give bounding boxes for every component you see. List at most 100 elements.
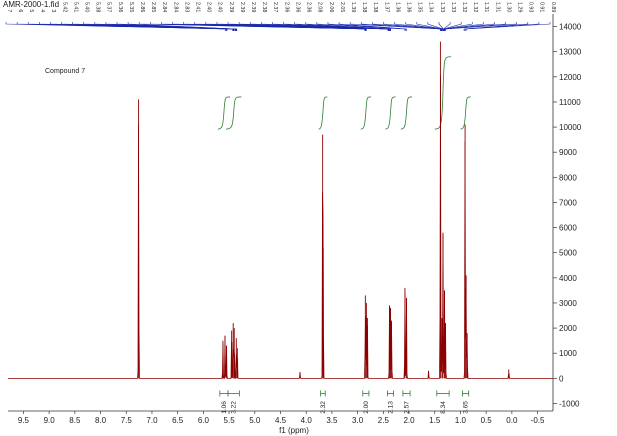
spectrum-trace	[8, 41, 553, 380]
x-tick-label: 5.0	[249, 416, 261, 425]
x-tick-label: 7.5	[121, 416, 133, 425]
y-tick-label: 8000	[559, 173, 577, 182]
integral-value: 2.00	[363, 401, 370, 414]
peak-label: 1.38	[361, 2, 367, 12]
x-tick-label: 8.0	[95, 416, 107, 425]
peak-label: 2.86	[139, 2, 145, 12]
x-tick-label: 9.0	[44, 416, 56, 425]
peak-label: 1.36	[405, 2, 411, 12]
peak-label: 0.93	[528, 2, 534, 12]
peak-label: 0.91	[539, 2, 545, 12]
integral-curve	[460, 96, 471, 130]
peak-label: 1.33	[450, 2, 456, 12]
integral-curve	[226, 96, 242, 130]
peak-label: 5.40	[84, 2, 90, 12]
peak-label: 5.35	[128, 2, 134, 12]
integral-value: 3.22	[231, 401, 238, 414]
x-tick-label: 5.5	[224, 416, 236, 425]
peak-label: 2.40	[217, 2, 223, 12]
x-tick-label: 1.5	[429, 416, 441, 425]
peak-label: 2.08	[317, 2, 323, 12]
peak-label: 2.05	[339, 2, 345, 12]
peak-label: 1.32	[472, 2, 478, 12]
y-tick-label: 0	[559, 374, 564, 383]
integral-value: 2.57	[403, 401, 410, 414]
x-tick-label: 6.5	[172, 416, 184, 425]
y-tick-label: -1000	[559, 399, 580, 408]
peak-label-connectors	[5, 22, 551, 31]
peak-label: 2.39	[228, 2, 234, 12]
x-tick-label: 4.5	[275, 416, 287, 425]
peak-label: 1.36	[394, 2, 400, 12]
peak-label: 1.31	[483, 2, 489, 12]
peak-label: 2.39	[239, 2, 245, 12]
y-tick-label: 12000	[559, 73, 582, 82]
nmr-spectrum-chart: 5.575.565.555.545.435.425.415.405.385.37…	[5, 2, 582, 435]
peak-labels: 5.575.565.555.545.435.425.415.405.385.37…	[6, 2, 556, 12]
x-tick-label: 1.0	[455, 416, 467, 425]
x-tick-label: 3.0	[352, 416, 364, 425]
peak-label: 5.41	[72, 2, 78, 12]
peak-label: 1.32	[461, 2, 467, 12]
peak-label: 5.38	[95, 2, 101, 12]
peak-label: 5.42	[61, 2, 67, 12]
integral-curve	[400, 96, 413, 130]
peak-label: 1.30	[505, 2, 511, 12]
peak-label: 0.89	[550, 2, 556, 12]
peak-label: 1.29	[516, 2, 522, 12]
y-axis: -1000 0 1000 2000 3000 4000 5000 6000 7000 8000 90…	[552, 14, 582, 411]
peak-label: 2.39	[250, 2, 256, 12]
y-tick-label: 3000	[559, 299, 577, 308]
integral-curve	[385, 96, 396, 130]
peak-label: 1.35	[417, 2, 423, 12]
peak-label: 5.36	[117, 2, 123, 12]
peak-label: 1.34	[428, 2, 434, 12]
peak-label: 2.38	[261, 2, 267, 12]
x-tick-label: 9.5	[18, 416, 30, 425]
peak-label: 2.83	[183, 2, 189, 12]
y-tick-label: 10000	[559, 123, 582, 132]
spectrum-line	[8, 75, 553, 380]
integral-curve	[434, 56, 452, 130]
peak-label: 5.37	[106, 2, 112, 12]
integral-value: 8.34	[440, 401, 447, 414]
x-tick-label: 0.5	[481, 416, 493, 425]
file-name-label: AMR-2000-1.fid	[1, 0, 62, 9]
y-tick-label: 4000	[559, 274, 577, 283]
peak-label: 1.33	[439, 2, 445, 12]
compound-label: Compound 7	[45, 68, 86, 75]
integral-brackets: 1.06 3.22 2.32 2.00 2.13 2.57 8.34 3.65	[219, 390, 470, 414]
peak-label: 1.38	[372, 2, 378, 12]
integral-curve	[318, 96, 328, 130]
x-axis: 9.5 9.0 8.5 8.0 7.5 7.0 6.5 6.0 5.5 5.0 4.5 4.0 3.5 3…	[8, 410, 553, 425]
y-tick-label: 2000	[559, 324, 577, 333]
x-axis-title: f1 (ppm)	[279, 426, 309, 435]
y-tick-label: 7000	[559, 198, 577, 207]
x-tick-label: 7.0	[146, 416, 158, 425]
integral-curves	[217, 56, 471, 130]
y-tick-label: 1000	[559, 349, 577, 358]
integral-value: 1.06	[221, 401, 228, 414]
peak-label: 2.41	[195, 2, 201, 12]
integral-value: 3.65	[463, 401, 470, 414]
peak-label: 2.36	[306, 2, 312, 12]
peak-label: 2.36	[294, 2, 300, 12]
integral-curve	[360, 96, 371, 130]
integral-value: 2.13	[388, 401, 395, 414]
x-tick-label: 0.0	[506, 416, 518, 425]
y-tick-label: 11000	[559, 98, 581, 107]
peak-label: 1.37	[383, 2, 389, 12]
y-tick-label: 14000	[559, 23, 582, 32]
y-tick-label: 9000	[559, 148, 577, 157]
x-tick-label: 8.5	[69, 416, 81, 425]
y-tick-label: 6000	[559, 224, 577, 233]
peak-label: 1.31	[494, 2, 500, 12]
x-tick-label: -0.5	[531, 416, 545, 425]
x-tick-label: 2.0	[403, 416, 415, 425]
x-tick-label: 6.0	[198, 416, 210, 425]
y-tick-label: 13000	[559, 48, 582, 57]
x-tick-label: 3.5	[326, 416, 338, 425]
peak-label: 2.06	[328, 2, 334, 12]
integral-value: 2.32	[320, 401, 327, 414]
peak-label: 2.84	[172, 2, 178, 12]
